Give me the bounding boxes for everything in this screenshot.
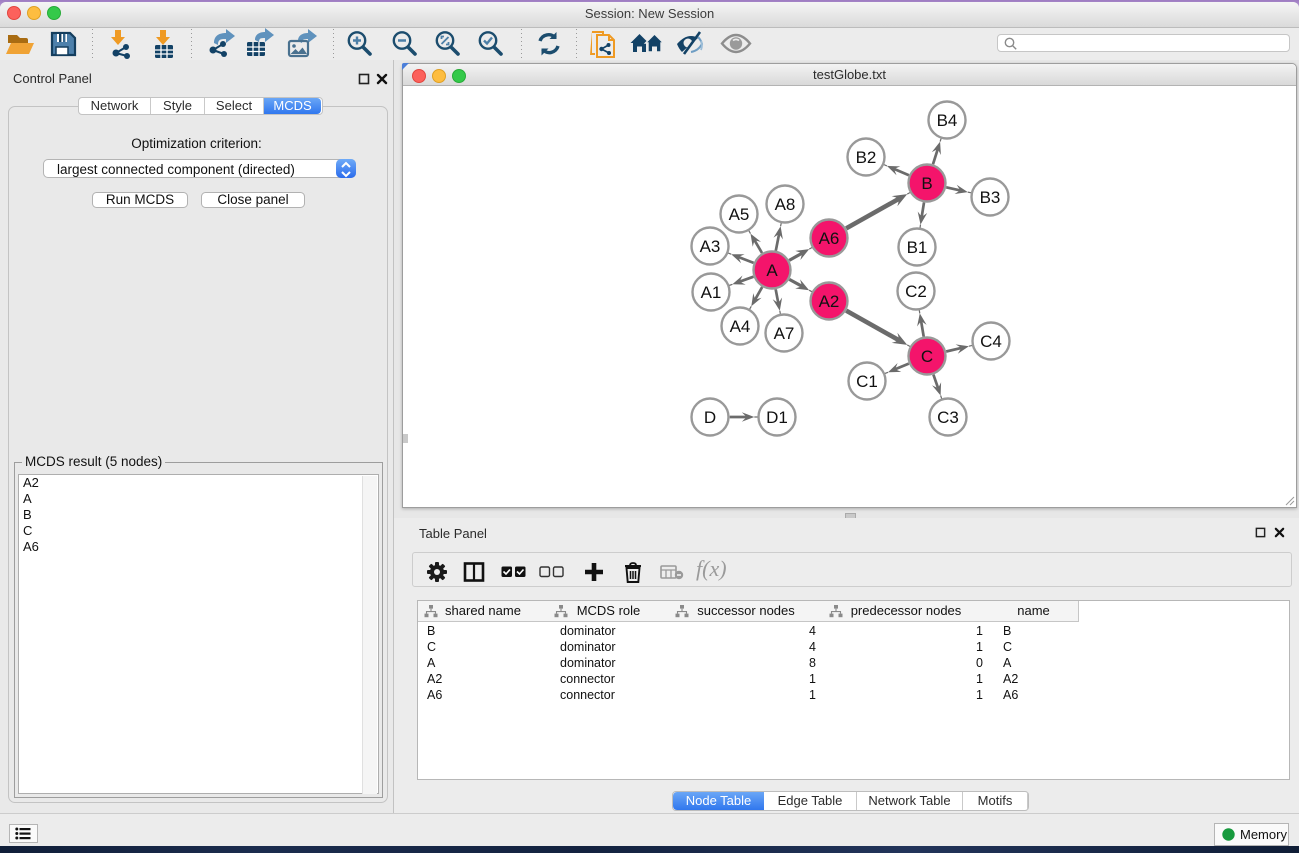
svg-text:D: D bbox=[704, 408, 716, 427]
svg-text:B1: B1 bbox=[907, 238, 928, 257]
svg-text:A7: A7 bbox=[774, 324, 795, 343]
svg-text:B3: B3 bbox=[980, 188, 1001, 207]
svg-text:A3: A3 bbox=[700, 237, 721, 256]
svg-text:C3: C3 bbox=[937, 408, 959, 427]
svg-text:C: C bbox=[921, 347, 933, 366]
svg-text:A8: A8 bbox=[775, 195, 796, 214]
svg-text:B4: B4 bbox=[937, 111, 958, 130]
svg-text:A: A bbox=[766, 261, 778, 280]
svg-text:A2: A2 bbox=[819, 292, 840, 311]
svg-text:C4: C4 bbox=[980, 332, 1002, 351]
svg-text:A1: A1 bbox=[701, 283, 722, 302]
svg-text:A5: A5 bbox=[729, 205, 750, 224]
svg-text:B2: B2 bbox=[856, 148, 877, 167]
svg-text:A6: A6 bbox=[819, 229, 840, 248]
svg-text:C1: C1 bbox=[856, 372, 878, 391]
svg-text:C2: C2 bbox=[905, 282, 927, 301]
svg-text:B: B bbox=[921, 174, 932, 193]
svg-text:D1: D1 bbox=[766, 408, 788, 427]
svg-text:A4: A4 bbox=[730, 317, 751, 336]
